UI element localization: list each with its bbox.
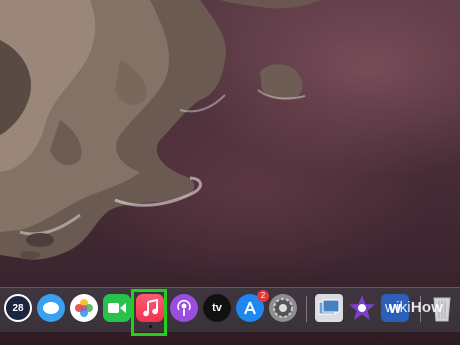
- calendar-icon[interactable]: 28: [4, 294, 32, 322]
- podcast-signal-icon: [177, 300, 191, 316]
- preview-photos-icon: [318, 299, 340, 315]
- app-store-update-badge: 2: [257, 290, 269, 302]
- podcasts-icon[interactable]: [170, 294, 198, 322]
- imovie-star-icon: [349, 295, 375, 320]
- apple-tv-label: tv: [212, 302, 222, 314]
- imovie-icon[interactable]: [348, 294, 376, 322]
- messages-icon[interactable]: [37, 294, 65, 322]
- app-store-a-icon: [244, 301, 256, 315]
- preview-icon[interactable]: [315, 294, 343, 322]
- watermark-wiki: wiki: [385, 299, 411, 316]
- calendar-date-label: 28: [12, 302, 24, 314]
- video-camera-icon: [108, 303, 126, 313]
- apple-tv-icon[interactable]: tv: [203, 294, 231, 322]
- gear-icon: [273, 298, 293, 318]
- dock-divider: [306, 296, 307, 322]
- photos-icon[interactable]: [70, 294, 98, 322]
- wikihow-watermark: wikiHow: [385, 299, 443, 316]
- facetime-icon[interactable]: [103, 294, 131, 322]
- speech-bubble-icon: [43, 302, 59, 314]
- music-highlight-box: [131, 289, 167, 336]
- system-preferences-icon[interactable]: [269, 294, 297, 322]
- app-store-icon[interactable]: 2: [236, 290, 269, 322]
- photos-flower-icon: [75, 299, 93, 317]
- watermark-how: How: [410, 299, 444, 316]
